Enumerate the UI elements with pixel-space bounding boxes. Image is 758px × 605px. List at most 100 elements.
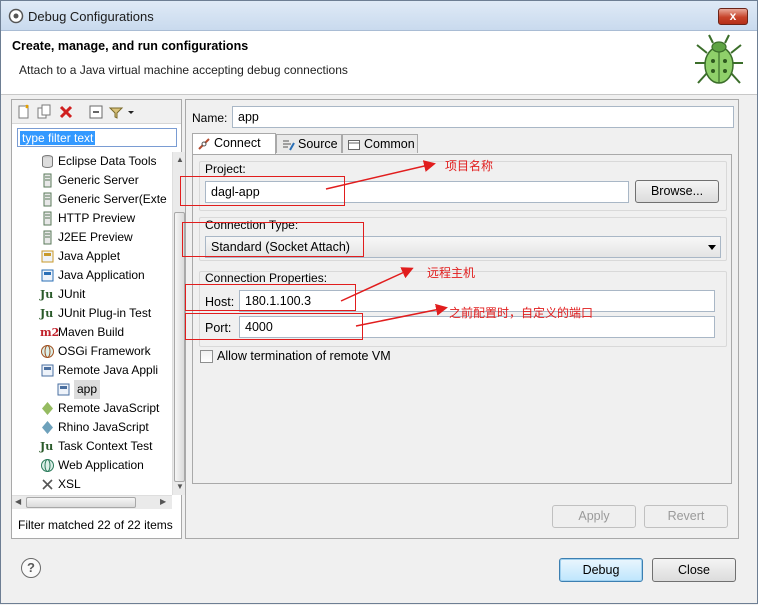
tree-item-label: Maven Build <box>58 325 125 339</box>
help-icon[interactable]: ? <box>21 558 41 578</box>
tree-item[interactable]: Java Applet <box>12 247 172 266</box>
tree-item[interactable]: Rhino JavaScript <box>12 418 172 437</box>
tree-item[interactable]: Java Application <box>12 266 172 285</box>
horizontal-scroll-thumb[interactable] <box>26 497 136 508</box>
tab-common[interactable]: Common <box>342 134 418 153</box>
name-field[interactable]: app <box>232 106 734 128</box>
tab-source-label: Source <box>298 137 338 151</box>
web-app-icon <box>41 459 54 472</box>
tree-item-label: app <box>74 380 101 399</box>
filter-config-icon[interactable] <box>108 104 124 120</box>
server-icon <box>43 173 52 188</box>
debug-button[interactable]: Debug <box>559 558 643 582</box>
tree-item[interactable]: XSL <box>12 475 172 492</box>
filter-input[interactable]: type filter text <box>17 128 177 147</box>
tree-item-label: JUnit Plug-in Test <box>58 306 152 320</box>
tree-item-label: Generic Server <box>58 173 139 187</box>
delete-config-icon[interactable] <box>58 104 74 120</box>
project-label: Project: <box>205 162 246 176</box>
remote-js-icon <box>42 402 53 415</box>
tab-common-label: Common <box>364 137 415 151</box>
header-banner: Create, manage, and run configurations A… <box>1 31 757 95</box>
server-icon <box>43 230 52 245</box>
junit-plugin-icon: Ju <box>40 307 54 320</box>
java-app-icon <box>41 269 54 282</box>
tree-item[interactable]: OSGi Framework <box>12 342 172 361</box>
tab-source[interactable]: Source <box>276 134 342 153</box>
project-highlight-box <box>180 176 345 206</box>
project-annotation: 项目名称 <box>445 159 494 173</box>
tree-item-label: XSL <box>58 477 81 491</box>
configuration-list-pane: type filter text Eclipse Data Tools Gener… <box>11 99 186 539</box>
tree-item[interactable]: Ju JUnit <box>12 285 172 304</box>
filter-status-text: Filter matched 22 of 22 items <box>18 518 173 532</box>
window-title: Debug Configurations <box>28 9 154 24</box>
tree-item[interactable]: J2EE Preview <box>12 228 172 247</box>
tree-item-label: Remote JavaScript <box>58 401 160 415</box>
duplicate-config-icon[interactable] <box>36 104 52 120</box>
tab-connect-label: Connect <box>214 136 261 150</box>
tree-item-app[interactable]: app <box>12 380 172 399</box>
tree-item[interactable]: Ju JUnit Plug-in Test <box>12 304 172 323</box>
allow-termination-label: Allow termination of remote VM <box>217 349 391 363</box>
maven-icon: m2 <box>40 326 60 339</box>
bug-icon <box>695 34 743 84</box>
banner-title: Create, manage, and run configurations <box>12 39 249 53</box>
filter-placeholder-text: type filter text <box>20 131 96 145</box>
source-icon <box>283 140 295 151</box>
close-button[interactable]: Close <box>652 558 736 582</box>
tree-item-label: JUnit <box>58 287 86 301</box>
tree-item-label: Web Application <box>58 458 144 472</box>
debug-configurations-window: Debug Configurations x Create, manage, a… <box>0 0 758 604</box>
port-annotation: 之前配置时，自定义的端口 <box>449 306 594 320</box>
remote-config-icon <box>57 383 70 396</box>
allow-termination-checkbox[interactable] <box>200 350 213 363</box>
tree-item[interactable]: Ju Task Context Test <box>12 437 172 456</box>
scroll-up-icon[interactable]: ▲ <box>176 155 184 164</box>
tree-item[interactable]: Eclipse Data Tools <box>12 152 172 171</box>
tree-item[interactable]: Generic Server(Exte <box>12 190 172 209</box>
server-icon <box>43 211 52 226</box>
banner-subtitle: Attach to a Java virtual machine accepti… <box>19 63 348 77</box>
view-menu-chevron-down-icon[interactable] <box>126 104 136 120</box>
scroll-right-icon[interactable]: ▶ <box>160 497 166 506</box>
osgi-icon <box>41 345 54 358</box>
window-close-button[interactable]: x <box>718 8 748 25</box>
tree-item[interactable]: Remote Java Appli <box>12 361 172 380</box>
browse-button[interactable]: Browse... <box>635 180 719 203</box>
tree-item-label: Remote Java Appli <box>58 363 159 377</box>
xsl-icon <box>42 479 53 490</box>
new-config-icon[interactable] <box>16 104 32 120</box>
apply-button[interactable]: Apply <box>552 505 636 528</box>
tree-item[interactable]: Web Application <box>12 456 172 475</box>
name-label: Name: <box>192 111 228 125</box>
title-bar[interactable]: Debug Configurations x <box>1 1 757 31</box>
tree-item-label: Task Context Test <box>58 439 153 453</box>
tree-item[interactable]: Remote JavaScript <box>12 399 172 418</box>
rhino-icon <box>42 421 53 434</box>
scroll-down-icon[interactable]: ▼ <box>176 482 184 491</box>
tree-item-label: HTTP Preview <box>58 211 136 225</box>
tree-item-label: Generic Server(Exte <box>58 192 167 206</box>
junit-icon: Ju <box>40 288 54 301</box>
connection-properties-label: Connection Properties: <box>205 271 328 285</box>
java-applet-icon <box>41 250 54 263</box>
host-highlight-box <box>185 284 356 311</box>
tree-item-label: Eclipse Data Tools <box>58 154 157 168</box>
collapse-all-icon[interactable] <box>88 104 104 120</box>
data-tools-icon <box>42 155 53 168</box>
tree-item-label: OSGi Framework <box>58 344 151 358</box>
tab-connect[interactable]: Connect <box>192 133 276 154</box>
port-highlight-box <box>185 313 363 340</box>
revert-button[interactable]: Revert <box>644 505 728 528</box>
tree-item[interactable]: HTTP Preview <box>12 209 172 228</box>
tree-item[interactable]: Generic Server <box>12 171 172 190</box>
configuration-tree: Eclipse Data Tools Generic Server Generic … <box>12 152 172 492</box>
scroll-left-icon[interactable]: ◀ <box>15 497 21 506</box>
tree-horizontal-scrollbar[interactable]: ◀ ▶ <box>12 495 172 509</box>
tree-item-label: J2EE Preview <box>58 230 133 244</box>
tree-item[interactable]: m2 Maven Build <box>12 323 172 342</box>
host-annotation: 远程主机 <box>427 266 476 280</box>
eclipse-debug-icon <box>8 8 24 24</box>
common-icon <box>348 140 360 150</box>
